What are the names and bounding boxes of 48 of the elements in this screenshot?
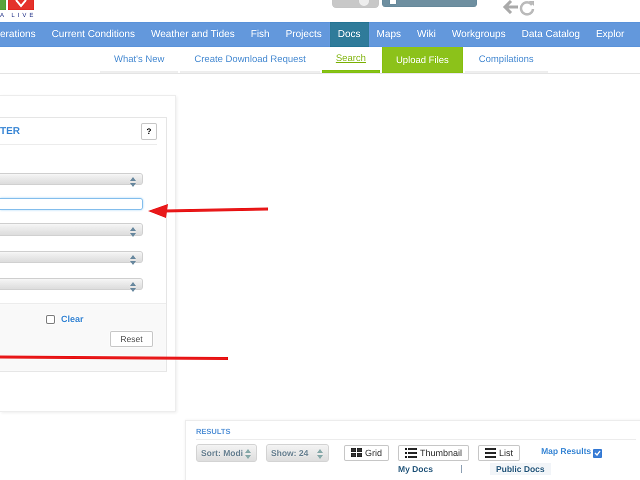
- docs-tab[interactable]: My Docs: [392, 463, 439, 475]
- list-view-button[interactable]: List: [478, 445, 520, 461]
- updown-arrows-icon: [130, 254, 136, 265]
- subnav-link[interactable]: What's New: [100, 47, 178, 73]
- toggle-switch[interactable]: [332, 0, 379, 8]
- select-field[interactable]: [0, 250, 143, 263]
- nav-tab[interactable]: Projects: [278, 22, 330, 47]
- map-results-checkbox[interactable]: [593, 448, 602, 458]
- subnav-link[interactable]: Compilations: [464, 47, 548, 73]
- subnav-link[interactable]: Create Download Request: [180, 47, 320, 73]
- nav-tab[interactable]: Workgroups: [444, 22, 514, 47]
- nav-tab[interactable]: Maps: [368, 22, 409, 47]
- updown-arrows-icon: [130, 177, 136, 187]
- back-arrow-icon[interactable]: [503, 0, 519, 14]
- sort-select[interactable]: Sort: Modi: [196, 444, 257, 462]
- nav-tab[interactable]: Docs: [330, 22, 369, 47]
- filter-title: TER: [0, 126, 20, 136]
- grid-view-button[interactable]: Grid: [344, 445, 390, 461]
- select-field[interactable]: [0, 278, 143, 290]
- nav-tab[interactable]: erations: [0, 22, 44, 47]
- bulleted-list-icon: [405, 448, 418, 458]
- reset-button[interactable]: Reset: [110, 331, 153, 347]
- refresh-icon[interactable]: [519, 0, 535, 16]
- nav-tab[interactable]: Fish: [242, 22, 278, 47]
- map-results-link[interactable]: Map Results: [541, 446, 592, 456]
- nav-tab[interactable]: Explor: [588, 22, 624, 47]
- clear-link[interactable]: Clear: [61, 314, 84, 324]
- nav-tab[interactable]: Data Catalog: [514, 22, 588, 47]
- text-input[interactable]: [0, 198, 143, 210]
- nav-tab[interactable]: Current Conditions: [44, 22, 143, 47]
- select-field[interactable]: [0, 173, 143, 186]
- upload-button[interactable]: Upload Files: [382, 47, 463, 73]
- list-icon: [485, 448, 496, 458]
- clear-checkbox[interactable]: [46, 314, 55, 324]
- updown-arrows-icon: [130, 282, 136, 292]
- docs-tab[interactable]: Public Docs: [490, 463, 551, 475]
- nav-tab[interactable]: Weather and Tides: [142, 22, 243, 47]
- thumbnail-view-button[interactable]: Thumbnail: [398, 445, 470, 461]
- subnav-link[interactable]: Search: [322, 47, 380, 73]
- grid-icon: [351, 448, 362, 458]
- updown-arrows-icon: [130, 227, 136, 238]
- select-field[interactable]: [0, 223, 143, 236]
- help-button[interactable]: ?: [141, 122, 157, 140]
- updown-arrows-icon: [317, 449, 323, 459]
- nav-tab[interactable]: Wiki: [409, 22, 444, 47]
- show-select[interactable]: Show: 24: [266, 444, 329, 462]
- updown-arrows-icon: [245, 449, 251, 459]
- user-button[interactable]: [382, 0, 477, 7]
